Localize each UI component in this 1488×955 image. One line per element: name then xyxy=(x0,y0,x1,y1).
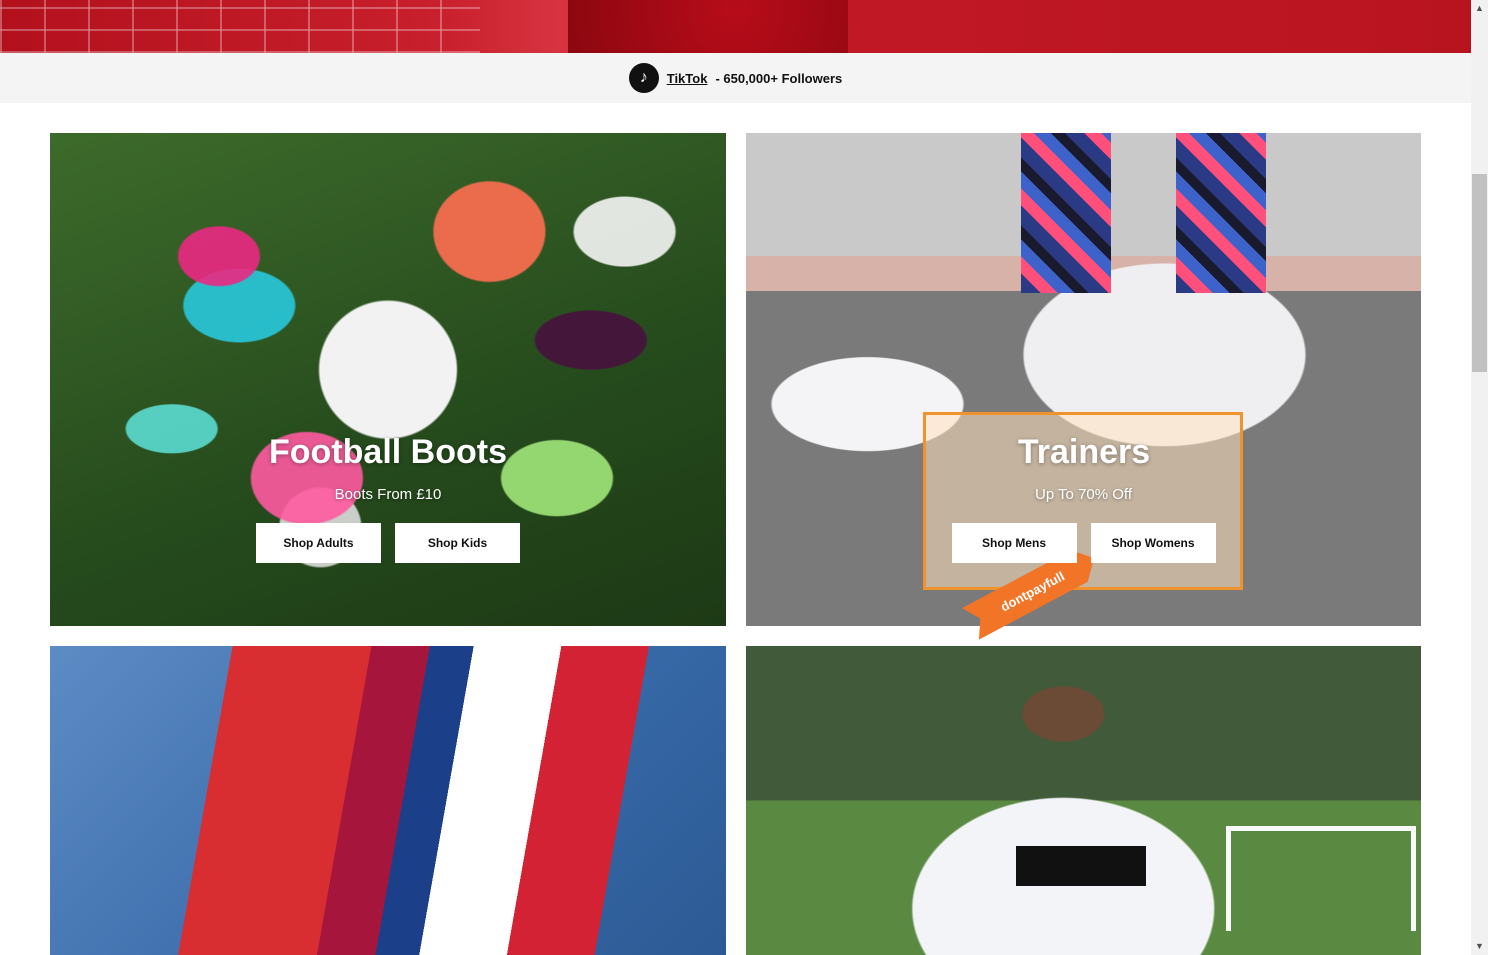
tile-subtitle: Boots From £10 xyxy=(334,486,442,503)
football-boots-tile[interactable]: Football Boots Boots From £10 Shop Adult… xyxy=(50,133,726,626)
tiktok-link[interactable]: TikTok xyxy=(667,71,708,86)
tile-content: Trainers Up To 70% Off Shop Mens Shop Wo… xyxy=(746,433,1421,563)
tile-content: Football Boots Boots From £10 Shop Adult… xyxy=(50,433,726,563)
button-row: Shop Adults Shop Kids xyxy=(50,523,726,563)
sock-image xyxy=(1021,133,1111,293)
shop-mens-button[interactable]: Shop Mens xyxy=(951,523,1077,563)
tile-title: Trainers xyxy=(1017,433,1151,471)
scrollbar[interactable]: ▲ ▼ xyxy=(1471,0,1488,955)
football-shirts-tile[interactable] xyxy=(50,646,726,955)
goal-net-image xyxy=(0,0,480,53)
tiktok-icon[interactable]: ♪ xyxy=(628,63,659,93)
shop-adults-button[interactable]: Shop Adults xyxy=(256,523,381,563)
scroll-down-icon[interactable]: ▼ xyxy=(1471,938,1488,955)
hero-banner-bottom xyxy=(0,0,1471,53)
button-row: Shop Mens Shop Womens xyxy=(746,523,1421,563)
nike-jacket-image xyxy=(1016,846,1146,886)
red-shirt-image xyxy=(568,0,848,53)
tile-subtitle: Up To 70% Off xyxy=(1034,486,1132,503)
goal-image xyxy=(1226,826,1416,931)
social-follow-bar: ♪ TikTok - 650,000+ Followers xyxy=(0,53,1471,103)
scroll-up-icon[interactable]: ▲ xyxy=(1471,0,1488,17)
followers-count: - 650,000+ Followers xyxy=(715,70,843,86)
training-wear-tile[interactable] xyxy=(746,646,1421,955)
sock-image xyxy=(1176,133,1266,293)
shop-womens-button[interactable]: Shop Womens xyxy=(1090,523,1216,563)
shop-kids-button[interactable]: Shop Kids xyxy=(395,523,520,563)
scroll-thumb[interactable] xyxy=(1472,174,1487,372)
tile-title: Football Boots xyxy=(269,433,507,471)
